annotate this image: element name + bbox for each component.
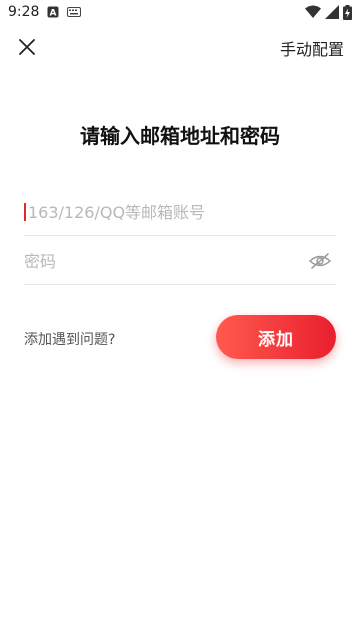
manual-config-link[interactable]: 手动配置 [280, 36, 344, 60]
password-input[interactable] [24, 245, 294, 277]
signal-icon [325, 5, 339, 19]
email-account-input[interactable] [28, 196, 298, 228]
password-field [24, 237, 336, 285]
top-bar: 手动配置 [0, 28, 360, 68]
password-visibility-toggle[interactable] [308, 249, 332, 273]
close-icon [18, 38, 36, 56]
a-badge-icon: A [47, 6, 59, 18]
add-button[interactable]: 添加 [216, 315, 336, 359]
page-title: 请输入邮箱地址和密码 [80, 124, 280, 148]
close-button[interactable] [14, 34, 40, 60]
email-account-field [24, 188, 336, 236]
eye-off-icon [308, 252, 332, 270]
keyboard-icon [67, 7, 82, 17]
status-left: 9:28 A [8, 4, 82, 20]
battery-charging-icon [343, 4, 352, 20]
status-right [305, 4, 352, 20]
svg-text:A: A [50, 9, 57, 19]
text-caret [24, 203, 26, 221]
help-link[interactable]: 添加遇到问题? [24, 329, 115, 349]
status-time: 9:28 [8, 4, 40, 20]
status-bar: 9:28 A [0, 0, 360, 24]
wifi-icon [305, 5, 321, 19]
